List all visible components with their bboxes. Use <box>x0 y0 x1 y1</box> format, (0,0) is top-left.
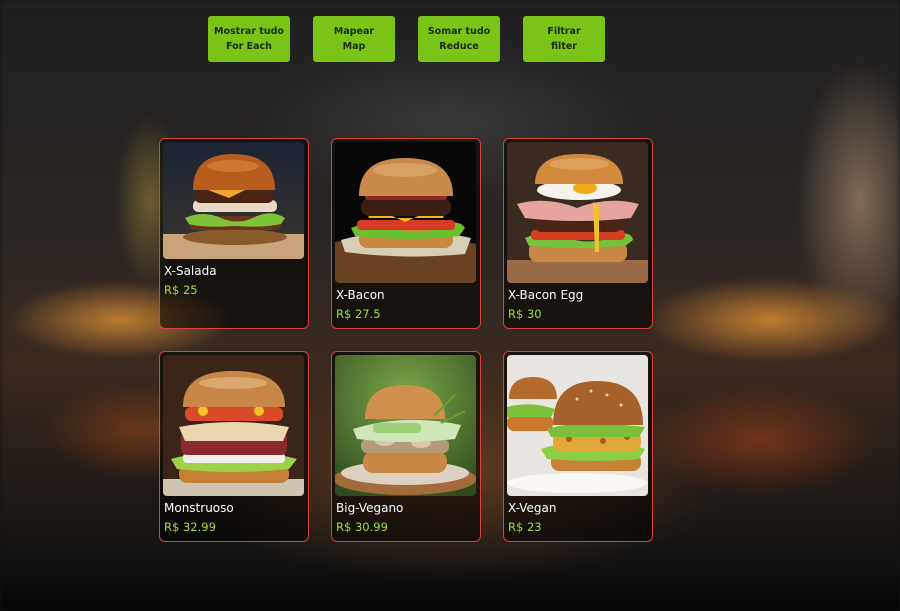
button-label-line2: Map <box>342 41 366 52</box>
product-name: X-Bacon <box>336 288 385 302</box>
button-label-line1: Filtrar <box>547 26 581 37</box>
burger-bacon-egg-photo <box>507 142 648 283</box>
button-label-line2: Reduce <box>439 41 479 52</box>
action-toolbar: Mostrar tudo For Each Mapear Map Somar t… <box>208 16 605 62</box>
product-name: Big-Vegano <box>336 501 404 515</box>
button-label-line1: Mostrar tudo <box>214 26 284 37</box>
product-price: R$ 27.5 <box>336 307 381 321</box>
product-price: R$ 30 <box>508 307 542 321</box>
map-button[interactable]: Mapear Map <box>313 16 395 62</box>
product-price: R$ 32.99 <box>164 520 216 534</box>
burger-monster-photo <box>163 355 304 496</box>
product-name: X-Vegan <box>508 501 557 515</box>
button-label-line1: Mapear <box>333 26 375 37</box>
show-all-foreach-button[interactable]: Mostrar tudo For Each <box>208 16 290 62</box>
product-price: R$ 30.99 <box>336 520 388 534</box>
button-label-line2: For Each <box>226 41 272 52</box>
product-grid: X-Salada R$ 25 X-Bacon R$ 27.5 X-Bacon E… <box>159 138 653 542</box>
burger-x-vegan-photo <box>507 355 648 496</box>
button-label-line1: Somar tudo <box>427 26 491 37</box>
product-card[interactable]: X-Salada R$ 25 <box>159 138 309 329</box>
burger-bacon-photo <box>335 142 476 283</box>
filter-button[interactable]: Filtrar filter <box>523 16 605 62</box>
product-card[interactable]: X-Bacon Egg R$ 30 <box>503 138 653 329</box>
burger-vegan-photo <box>335 355 476 496</box>
product-name: Monstruoso <box>164 501 234 515</box>
product-card[interactable]: X-Bacon R$ 27.5 <box>331 138 481 329</box>
product-card[interactable]: Monstruoso R$ 32.99 <box>159 351 309 542</box>
product-price: R$ 25 <box>164 283 198 297</box>
sum-reduce-button[interactable]: Somar tudo Reduce <box>418 16 500 62</box>
button-label-line2: filter <box>551 41 577 52</box>
product-name: X-Bacon Egg <box>508 288 584 302</box>
burger-lettuce-photo <box>163 142 304 259</box>
product-price: R$ 23 <box>508 520 542 534</box>
product-name: X-Salada <box>164 264 217 278</box>
product-card[interactable]: X-Vegan R$ 23 <box>503 351 653 542</box>
product-card[interactable]: Big-Vegano R$ 30.99 <box>331 351 481 542</box>
